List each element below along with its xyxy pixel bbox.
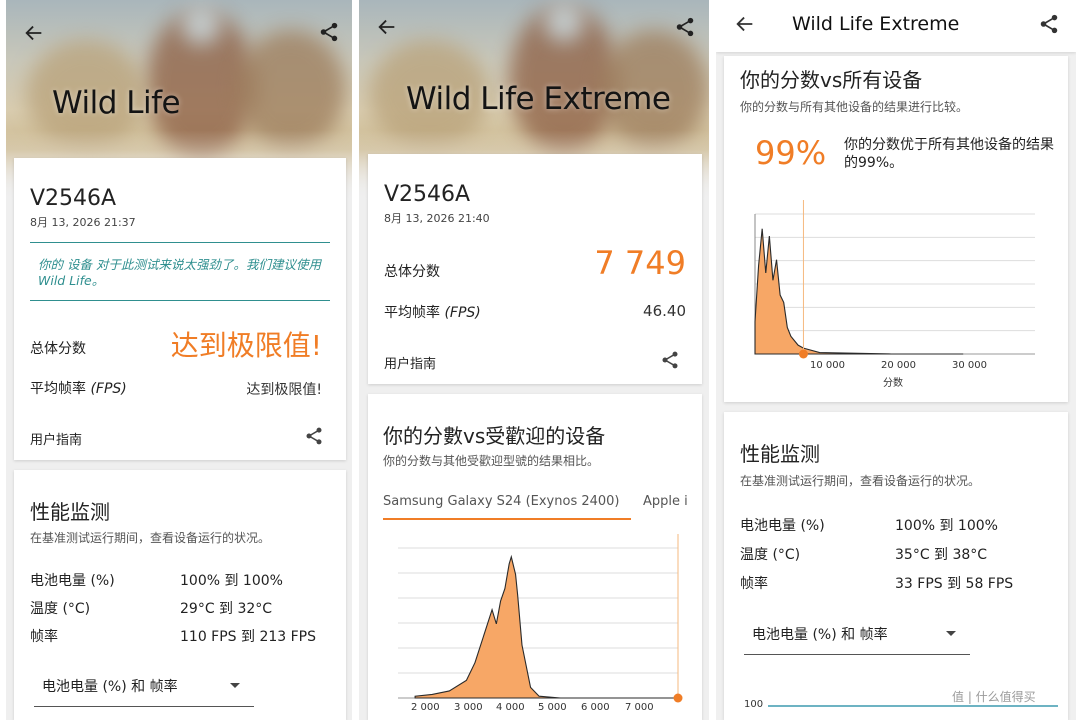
compare-title: 你的分数vs所有设备 <box>740 68 923 92</box>
percentile-text: 你的分数优于所有其他设备的结果的99%。 <box>844 137 1054 171</box>
x-tick: 20 000 <box>881 360 916 371</box>
popular-devices-card: 你的分數vs受歡迎的设备 你的分数与其他受歡迎型號的结果相比。 Samsung … <box>368 394 702 720</box>
x-tick: 7 000 <box>625 702 654 713</box>
benchmark-title: Wild Life <box>52 85 181 121</box>
temperature-value: 29°C 到 32°C <box>180 601 273 617</box>
battery-value: 100% 到 100% <box>895 518 998 534</box>
chevron-down-icon <box>946 631 956 636</box>
share-icon[interactable] <box>1038 13 1060 35</box>
result-card: V2546A 8月 13, 2026 21:40 总体分数 7 749 平均帧率… <box>368 154 702 384</box>
your-score-marker <box>673 693 683 703</box>
app-bar: Wild Life Extreme <box>716 0 1076 52</box>
monitor-card: 性能监测 在基准测试运行期间，查看设备运行的状况。 电池电量 (%) 100% … <box>724 412 1068 720</box>
x-tick: 5 000 <box>538 702 567 713</box>
compare-title: 你的分數vs受歡迎的设备 <box>383 424 606 448</box>
notice-box: 你的 设备 对于此测试来说太强劲了。我们建议使用 Wild Life。 <box>30 242 330 301</box>
score-value: 达到极限值! <box>170 329 322 362</box>
result-date: 8月 13, 2026 21:40 <box>384 212 490 225</box>
x-tick: 10 000 <box>810 360 845 371</box>
battery-label: 电池电量 (%) <box>740 518 825 534</box>
popular-devices-histogram <box>398 534 683 703</box>
framerate-value: 110 FPS 到 213 FPS <box>180 629 317 645</box>
battery-label: 电池电量 (%) <box>30 573 115 589</box>
x-tick: 30 000 <box>952 360 987 371</box>
fps-label: 平均帧率 (FPS) <box>30 381 127 397</box>
score-value: 7 749 <box>594 244 686 282</box>
watermark: 值 | 什么值得买 <box>952 690 1036 704</box>
x-tick: 6 000 <box>581 702 610 713</box>
device-name: V2546A <box>30 186 117 211</box>
battery-value: 100% 到 100% <box>180 573 283 589</box>
back-arrow-icon[interactable] <box>376 16 398 38</box>
chevron-down-icon <box>230 683 240 688</box>
your-score-marker <box>798 349 808 359</box>
x-tick: 2 000 <box>411 702 440 713</box>
compare-subtitle: 你的分数与其他受歡迎型號的结果相比。 <box>383 454 600 468</box>
x-tick: 4 000 <box>496 702 525 713</box>
framerate-value: 33 FPS 到 58 FPS <box>895 576 1014 592</box>
monitor-card: 性能监测 在基准测试运行期间，查看设备运行的状况。 电池电量 (%) 100% … <box>14 470 346 720</box>
back-arrow-icon[interactable] <box>734 13 756 35</box>
temperature-label: 温度 (°C) <box>740 547 801 563</box>
score-label: 总体分数 <box>30 341 86 357</box>
chart-metric-dropdown[interactable]: 电池电量 (%) 和 帧率 <box>744 624 970 655</box>
screen-wild-life-extreme-detail: Wild Life Extreme 你的分数vs所有设备 你的分数与所有其他设备… <box>716 0 1076 720</box>
benchmark-title: Wild Life Extreme <box>406 81 671 117</box>
result-date: 8月 13, 2026 21:37 <box>30 216 136 229</box>
fps-value: 达到极限值! <box>246 382 322 398</box>
monitor-title: 性能监测 <box>30 500 110 524</box>
user-guide-link[interactable]: 用户指南 <box>384 353 436 372</box>
compare-subtitle: 你的分数与所有其他设备的结果进行比较。 <box>740 100 969 114</box>
result-card: V2546A 8月 13, 2026 21:37 你的 设备 对于此测试来说太强… <box>14 158 346 460</box>
share-icon[interactable] <box>674 16 696 38</box>
device-name: V2546A <box>384 182 471 207</box>
share-icon[interactable] <box>660 350 680 370</box>
score-label: 总体分数 <box>384 264 440 280</box>
app-bar-title: Wild Life Extreme <box>792 13 960 35</box>
all-devices-card: 你的分数vs所有设备 你的分数与所有其他设备的结果进行比较。 99% 你的分数优… <box>724 56 1068 402</box>
user-guide-link[interactable]: 用户指南 <box>30 429 82 448</box>
monitor-subtitle: 在基准测试运行期间，查看设备运行的状况。 <box>30 531 271 545</box>
notice-text: 你的 设备 对于此测试来说太强劲了。我们建议使用 Wild Life。 <box>38 257 321 288</box>
monitor-subtitle: 在基准测试运行期间，查看设备运行的状况。 <box>740 474 981 488</box>
monitor-title: 性能监测 <box>740 442 820 466</box>
percentile-value: 99% <box>755 134 827 172</box>
fps-value: 46.40 <box>643 302 686 320</box>
active-tab-indicator <box>383 518 631 520</box>
chart-metric-dropdown[interactable]: 电池电量 (%) 和 帧率 <box>34 676 254 707</box>
y-axis-tick: 100 <box>744 699 764 710</box>
tab-apple[interactable]: Apple i <box>643 494 688 509</box>
screen-wild-life: Wild Life V2546A 8月 13, 2026 21:37 你的 设备… <box>6 0 352 720</box>
temperature-value: 35°C 到 38°C <box>895 547 988 563</box>
battery-series-line <box>768 705 1058 707</box>
share-icon[interactable] <box>318 21 340 43</box>
all-devices-histogram <box>754 200 1035 359</box>
x-axis-label: 分数 <box>883 378 903 389</box>
distribution-area <box>414 554 678 699</box>
tab-samsung-galaxy-s24[interactable]: Samsung Galaxy S24 (Exynos 2400) <box>383 494 620 509</box>
screen-wild-life-extreme: Wild Life Extreme V2546A 8月 13, 2026 21:… <box>359 0 709 720</box>
back-arrow-icon[interactable] <box>23 22 45 44</box>
framerate-label: 帧率 <box>740 576 768 592</box>
fps-label: 平均帧率 (FPS) <box>384 305 481 321</box>
share-icon[interactable] <box>304 426 324 446</box>
framerate-label: 帧率 <box>30 629 58 645</box>
distribution-area <box>754 228 964 355</box>
x-tick: 3 000 <box>454 702 483 713</box>
temperature-label: 温度 (°C) <box>30 601 91 617</box>
